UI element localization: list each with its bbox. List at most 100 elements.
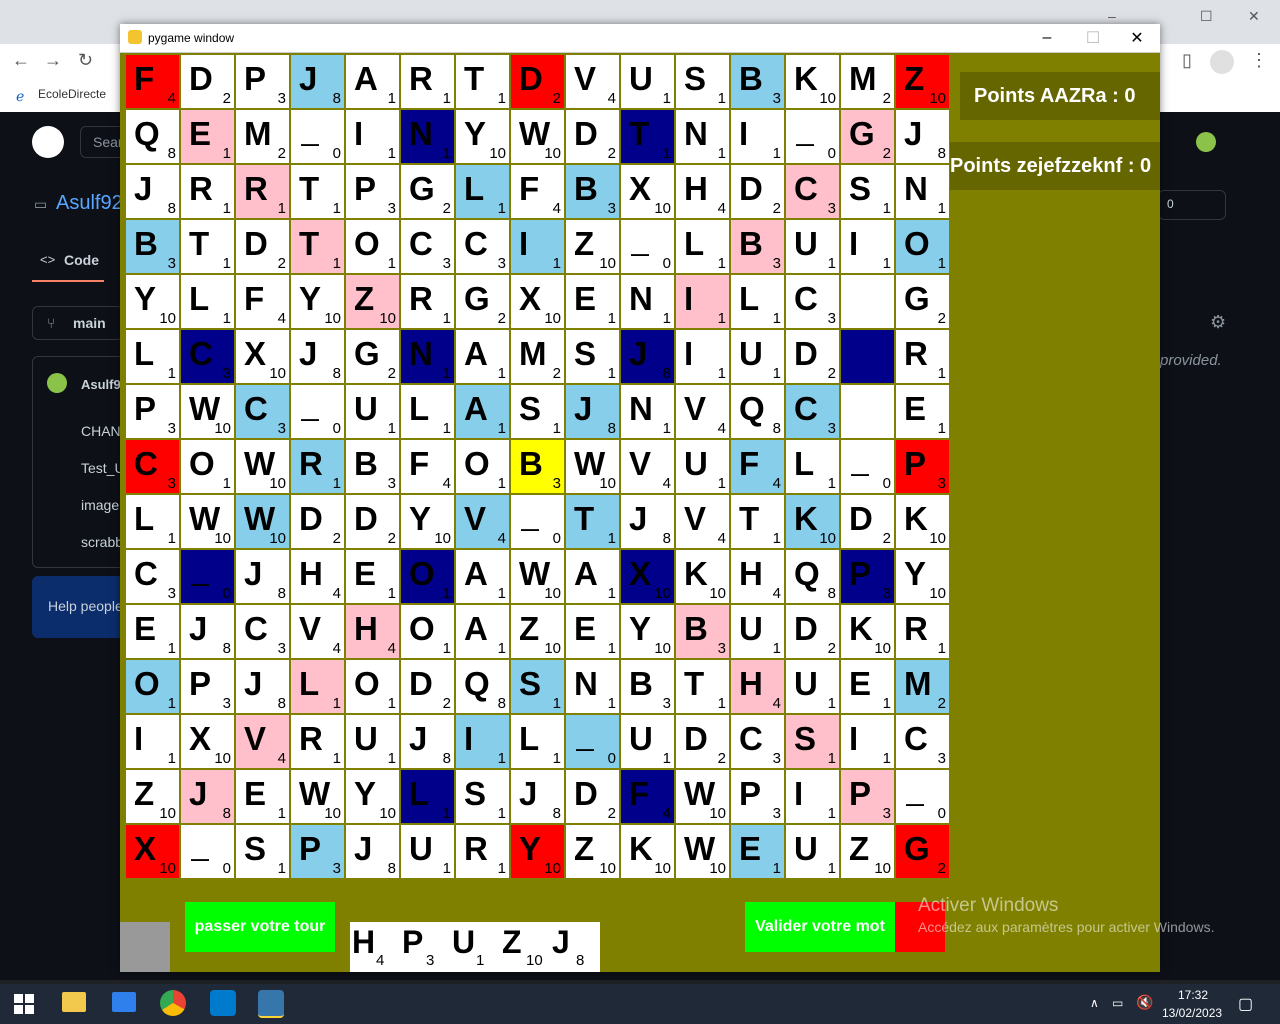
board-cell[interactable]: S1 (566, 330, 619, 383)
board-cell[interactable] (841, 385, 894, 438)
board-cell[interactable]: B3 (731, 55, 784, 108)
pass-turn-button[interactable]: passer votre tour (185, 902, 335, 952)
board-cell[interactable]: Z 10 (126, 770, 179, 823)
board-cell[interactable]: E1 (896, 385, 949, 438)
board-cell[interactable]: D2 (346, 495, 399, 548)
board-cell[interactable]: J8 (566, 385, 619, 438)
board-cell[interactable]: O1 (126, 660, 179, 713)
board-cell[interactable]: D2 (566, 770, 619, 823)
board-cell[interactable]: N1 (896, 165, 949, 218)
pygame-titlebar[interactable]: pygame window – ☐ ✕ (120, 24, 1160, 53)
board-cell[interactable]: X 10 (621, 550, 674, 603)
windows-start-icon[interactable] (14, 994, 34, 1014)
board-cell[interactable]: D2 (566, 110, 619, 163)
board-cell[interactable]: O1 (401, 605, 454, 658)
notification-counter[interactable]: 0 (1158, 190, 1226, 220)
board-cell[interactable]: D2 (676, 715, 729, 768)
board-cell[interactable]: G2 (841, 110, 894, 163)
board-cell[interactable]: W 10 (236, 440, 289, 493)
board-cell[interactable]: P3 (896, 440, 949, 493)
board-cell[interactable]: G2 (896, 825, 949, 878)
board-cell[interactable]: D2 (786, 330, 839, 383)
menu-icon[interactable]: ⋮ (1250, 50, 1268, 71)
board-cell[interactable]: X 10 (621, 165, 674, 218)
board-cell[interactable]: Y 10 (621, 605, 674, 658)
network-icon[interactable]: ▭ (1112, 996, 1123, 1010)
board-cell[interactable]: C3 (786, 165, 839, 218)
board-cell[interactable] (841, 330, 894, 383)
board-cell[interactable]: L1 (181, 275, 234, 328)
board-cell[interactable]: N1 (676, 110, 729, 163)
board-cell[interactable]: S1 (511, 385, 564, 438)
board-cell[interactable]: H4 (291, 550, 344, 603)
board-cell[interactable]: S1 (676, 55, 729, 108)
close-window-button[interactable]: ✕ (1248, 8, 1260, 25)
board-cell[interactable]: L1 (126, 330, 179, 383)
board-cell[interactable]: U1 (621, 55, 674, 108)
user-avatar[interactable] (1196, 132, 1216, 152)
board-cell[interactable]: W 10 (566, 440, 619, 493)
rack-tile[interactable]: U1 (450, 922, 500, 972)
board-cell[interactable]: B3 (621, 660, 674, 713)
clock-date[interactable]: 13/02/2023 (1162, 1006, 1222, 1020)
board-cell[interactable]: B3 (346, 440, 399, 493)
board-cell[interactable]: T1 (566, 495, 619, 548)
board-cell[interactable]: P3 (346, 165, 399, 218)
board-cell[interactable]: I1 (731, 110, 784, 163)
tray-chevron-icon[interactable]: ∧ (1090, 996, 1099, 1010)
file-item[interactable]: CHAN (81, 423, 121, 439)
board-cell[interactable]: R1 (291, 440, 344, 493)
board-cell[interactable]: M2 (511, 330, 564, 383)
board-cell[interactable]: U1 (731, 330, 784, 383)
board-cell[interactable]: C3 (126, 550, 179, 603)
forward-icon[interactable]: → (44, 50, 62, 71)
board-cell[interactable]: Y 10 (346, 770, 399, 823)
board-cell[interactable]: O1 (456, 440, 509, 493)
board-cell[interactable]: —0 (841, 440, 894, 493)
board-cell[interactable]: V4 (676, 495, 729, 548)
board-cell[interactable]: C3 (126, 440, 179, 493)
board-cell[interactable]: C3 (896, 715, 949, 768)
python-icon[interactable] (258, 990, 284, 1018)
board-cell[interactable]: —0 (566, 715, 619, 768)
board-cell[interactable]: E1 (126, 605, 179, 658)
board-cell[interactable]: D2 (511, 55, 564, 108)
board-cell[interactable]: X 10 (511, 275, 564, 328)
board-cell[interactable]: Y 10 (126, 275, 179, 328)
settings-gear-icon[interactable]: ⚙ (1210, 312, 1226, 333)
board-cell[interactable]: U1 (731, 605, 784, 658)
board-cell[interactable]: F4 (401, 440, 454, 493)
committer-name[interactable]: Asulf9 (81, 377, 121, 392)
board-cell[interactable]: U1 (786, 220, 839, 273)
minimize-window-button[interactable]: – (1108, 8, 1116, 24)
board-cell[interactable]: S1 (511, 660, 564, 713)
board-cell[interactable]: L1 (731, 275, 784, 328)
board-cell[interactable]: W 10 (181, 385, 234, 438)
board-cell[interactable]: F4 (236, 275, 289, 328)
repo-name[interactable]: Asulf92 (56, 192, 123, 215)
board-cell[interactable]: R1 (896, 330, 949, 383)
board-cell[interactable]: J8 (236, 660, 289, 713)
bookmark-ecoledirecte[interactable]: EcoleDirecte (38, 87, 106, 101)
board-cell[interactable]: V4 (236, 715, 289, 768)
maximize-button[interactable]: ☐ (1070, 24, 1116, 52)
board-cell[interactable]: E1 (566, 605, 619, 658)
board-cell[interactable]: A1 (456, 330, 509, 383)
board-cell[interactable]: T1 (456, 55, 509, 108)
board-cell[interactable]: J8 (511, 770, 564, 823)
board-cell[interactable]: P3 (181, 660, 234, 713)
rack-tile[interactable]: J8 (550, 922, 600, 972)
board-cell[interactable]: P3 (841, 550, 894, 603)
board-cell[interactable]: K 10 (676, 550, 729, 603)
board-cell[interactable]: E1 (346, 550, 399, 603)
clock-time[interactable]: 17:32 (1178, 988, 1208, 1002)
board-cell[interactable]: K 10 (786, 55, 839, 108)
board-cell[interactable]: W 10 (181, 495, 234, 548)
board-cell[interactable]: H4 (676, 165, 729, 218)
board-cell[interactable]: Y 10 (511, 825, 564, 878)
board-cell[interactable]: B3 (731, 220, 784, 273)
board-cell[interactable] (841, 275, 894, 328)
board-cell[interactable]: O1 (181, 440, 234, 493)
branch-selector[interactable]: ⑂ main (32, 306, 124, 340)
chrome-icon[interactable] (160, 990, 186, 1016)
